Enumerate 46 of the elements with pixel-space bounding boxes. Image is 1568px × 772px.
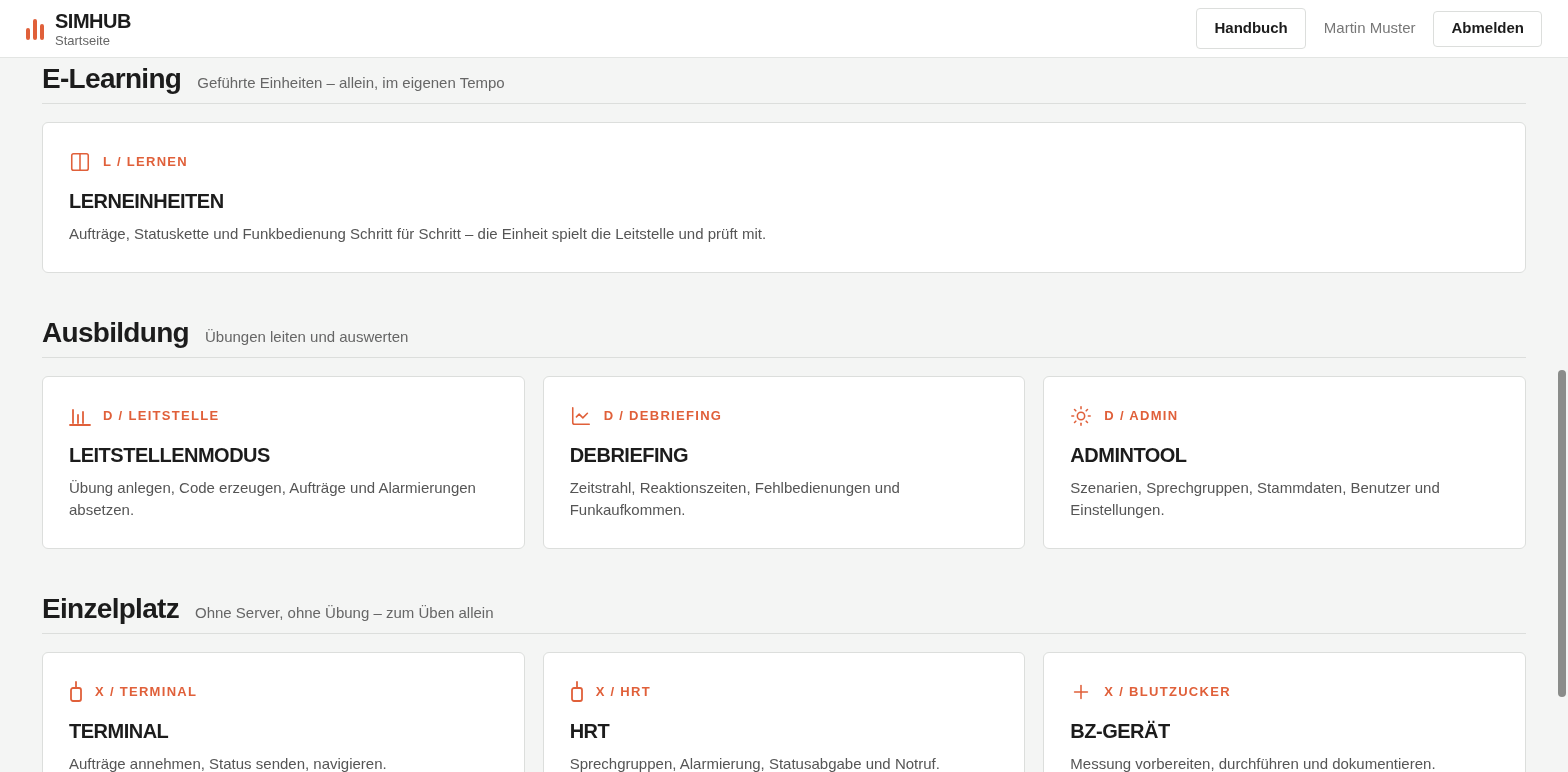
line-chart-icon <box>569 405 592 427</box>
module-description: Übung anlegen, Code erzeugen, Aufträge und Alarmierungen absetzen. <box>69 478 477 520</box>
module-description: Sprechgruppen, Alarmierung, Statusabgabe und Notruf. <box>569 754 941 772</box>
module-card[interactable]: D / LEITSTELLE LEITSTELLENMODUS Übung anlegen, Code erzeugen, Aufträge und Alarmierungen absetzen. <box>42 376 525 549</box>
columns-icon <box>69 151 91 173</box>
manual-button[interactable]: Handbuch <box>1196 8 1306 49</box>
module-title: HRT <box>569 719 611 744</box>
module-card[interactable]: L / LERNEN LERNEINHEITEN Aufträge, Statuskette und Funkbedienung Schritt für Schritt – die Einheit spielt die Leitstelle und prüft mit. <box>42 122 1526 273</box>
module-label: D / ADMIN <box>1104 407 1179 426</box>
module-description: Aufträge annehmen, Status senden, navigieren. <box>69 754 388 772</box>
module-label: X / HRT <box>595 683 651 702</box>
handheld-radio-icon <box>569 681 584 703</box>
module-card[interactable]: X / HRT HRT Sprechgruppen, Alarmierung, Statusabgabe und Notruf. <box>542 652 1026 772</box>
module-card[interactable]: D / DEBRIEFING DEBRIEFING Zeitstrahl, Reaktionszeiten, Fehlbedienungen und Funkaufkommen. <box>542 376 1026 549</box>
module-title: LEITSTELLENMODUS <box>69 443 271 468</box>
module-title: DEBRIEFING <box>569 443 689 468</box>
module-card[interactable]: X / BLUTZUCKER BZ-GERÄT Messung vorbereiten, durchführen und dokumentieren. <box>1043 652 1526 772</box>
bar-chart-icon <box>69 406 91 426</box>
module-title: BZ-GERÄT <box>1070 719 1171 744</box>
section-subtitle: Geführte Einheiten – allein, im eigenen Tempo <box>197 73 505 93</box>
module-title: ADMINTOOL <box>1070 443 1188 468</box>
module-label: X / TERMINAL <box>95 683 198 702</box>
module-description: Messung vorbereiten, durchführen und dokumentieren. <box>1070 754 1437 772</box>
module-label: L / LERNEN <box>103 153 188 172</box>
logout-button[interactable]: Abmelden <box>1433 10 1542 47</box>
section-heading: Einzelplatz <box>42 592 179 626</box>
sun-icon <box>1070 405 1093 427</box>
app-title: SIMHUB <box>55 10 131 31</box>
module-description: Aufträge, Statuskette und Funkbedienung Schritt für Schritt – die Einheit spielt die Leitstelle und prüft mit. <box>69 224 768 244</box>
module-title: TERMINAL <box>69 719 170 744</box>
module-card[interactable]: X / TERMINAL TERMINAL Aufträge annehmen, Status senden, navigieren. <box>42 652 525 772</box>
module-label: D / LEITSTELLE <box>103 407 220 426</box>
module-title: LERNEINHEITEN <box>69 189 225 214</box>
module-label: D / DEBRIEFING <box>603 407 723 426</box>
handheld-radio-icon <box>69 681 83 703</box>
section-subtitle: Übungen leiten und auswerten <box>205 327 409 347</box>
section-heading: Ausbildung <box>42 316 189 350</box>
module-description: Szenarien, Sprechgruppen, Stammdaten, Benutzer und Einstellungen. <box>1070 478 1441 520</box>
module-label: X / BLUTZUCKER <box>1104 683 1231 702</box>
page-subtitle: Startseite <box>55 33 111 47</box>
user-name: Martin Muster <box>1323 18 1416 39</box>
module-card[interactable]: D / ADMIN ADMINTOOL Szenarien, Sprechgruppen, Stammdaten, Benutzer und Einstellungen. <box>1043 376 1526 549</box>
module-description: Zeitstrahl, Reaktionszeiten, Fehlbedienungen und Funkaufkommen. <box>569 478 901 520</box>
section-heading: E-Learning <box>42 62 182 96</box>
logo-icon <box>25 16 45 41</box>
section-subtitle: Ohne Server, ohne Übung – zum Üben allein <box>195 603 494 623</box>
